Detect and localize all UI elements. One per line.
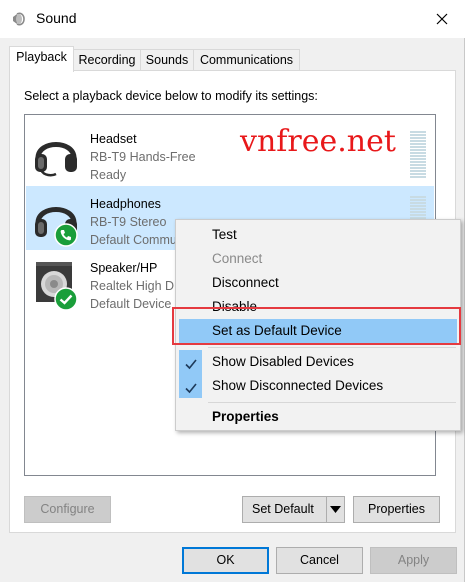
watermark-text: vnfree.net xyxy=(240,124,396,159)
device-status: Default Device xyxy=(90,297,172,311)
menu-separator xyxy=(208,347,456,348)
configure-button: Configure xyxy=(24,496,111,523)
menu-item-label: Connect xyxy=(212,251,263,266)
device-description: Realtek High D xyxy=(90,279,175,293)
device-status: Default Commu xyxy=(90,233,177,247)
device-name: Speaker/HP xyxy=(90,261,158,275)
device-name: Headset xyxy=(90,132,137,146)
close-icon xyxy=(436,13,448,25)
sound-dialog: Sound Playback Recording Sounds Communic… xyxy=(0,0,465,582)
menu-item-connect: Connect xyxy=(179,247,457,271)
device-description: RB-T9 Stereo xyxy=(90,215,167,229)
check-icon xyxy=(184,379,198,394)
checkmark-badge-icon xyxy=(54,287,78,314)
set-default-label: Set Default xyxy=(252,502,314,516)
menu-item-disconnect[interactable]: Disconnect xyxy=(179,271,457,295)
window-title: Sound xyxy=(36,10,77,26)
menu-separator xyxy=(208,402,456,403)
title-bar[interactable]: Sound xyxy=(0,0,465,38)
volume-meter xyxy=(410,131,426,181)
set-default-split-button[interactable]: Set Default xyxy=(242,496,345,523)
menu-item-show-disabled[interactable]: Show Disabled Devices xyxy=(179,350,457,374)
highlight-annotation-box xyxy=(172,307,461,345)
ok-button[interactable]: OK xyxy=(182,547,269,574)
cancel-button[interactable]: Cancel xyxy=(276,547,363,574)
chevron-down-icon xyxy=(330,506,341,513)
headset-icon xyxy=(30,128,82,180)
tab-playback[interactable]: Playback xyxy=(9,46,74,72)
speaker-app-icon xyxy=(11,10,27,28)
tab-communications[interactable]: Communications xyxy=(193,49,300,71)
menu-item-label: Properties xyxy=(212,409,279,424)
set-default-dropdown-arrow[interactable] xyxy=(326,497,344,522)
apply-button: Apply xyxy=(370,547,457,574)
check-icon xyxy=(184,355,198,370)
menu-item-label: Test xyxy=(212,227,237,242)
tab-sounds[interactable]: Sounds xyxy=(140,49,194,71)
phone-badge-icon xyxy=(54,223,78,250)
menu-item-show-disconnected[interactable]: Show Disconnected Devices xyxy=(179,374,457,398)
close-button[interactable] xyxy=(419,0,465,38)
device-description: RB-T9 Hands-Free xyxy=(90,150,196,164)
device-name: Headphones xyxy=(90,197,161,211)
device-status: Ready xyxy=(90,168,127,182)
menu-item-label: Disconnect xyxy=(212,275,279,290)
properties-button[interactable]: Properties xyxy=(353,496,440,523)
instruction-text: Select a playback device below to modify… xyxy=(24,89,318,103)
menu-item-test[interactable]: Test xyxy=(179,223,457,247)
menu-item-properties[interactable]: Properties xyxy=(179,405,457,429)
menu-item-label: Show Disconnected Devices xyxy=(212,378,384,393)
tab-recording[interactable]: Recording xyxy=(73,49,141,71)
menu-item-label: Show Disabled Devices xyxy=(212,354,354,369)
